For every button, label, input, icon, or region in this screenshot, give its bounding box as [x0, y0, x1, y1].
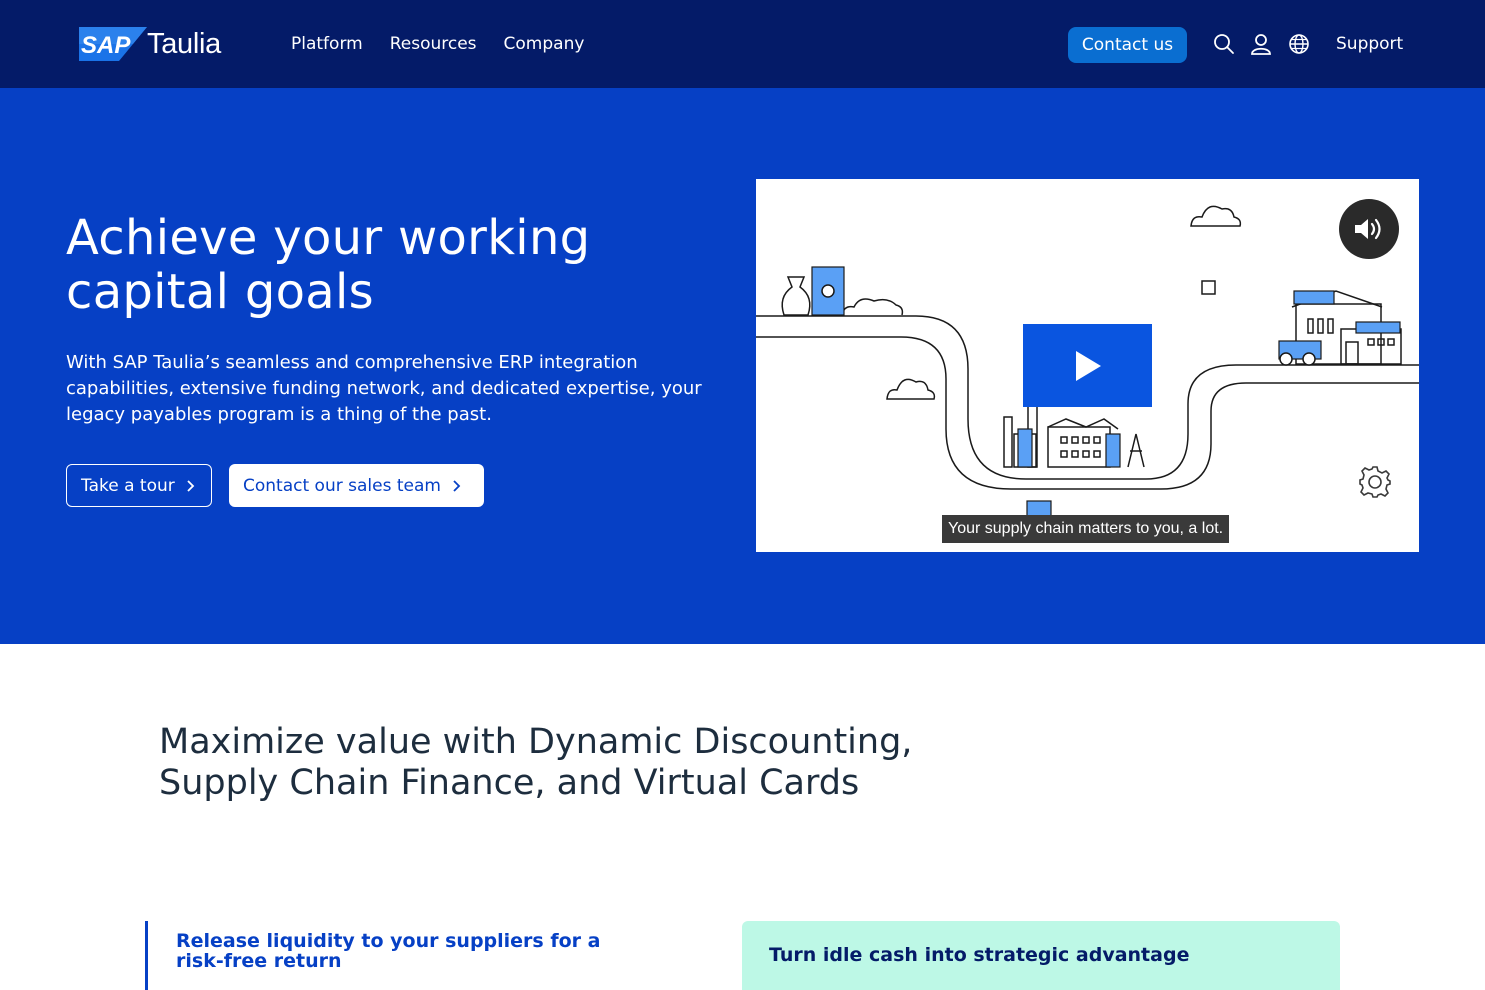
- search-icon[interactable]: [1213, 33, 1235, 55]
- idle-cash-card[interactable]: Turn idle cash into strategic advantage: [742, 921, 1340, 990]
- take-a-tour-label: Take a tour: [81, 475, 175, 496]
- volume-icon: [1355, 218, 1381, 240]
- nav-resources[interactable]: Resources: [390, 33, 477, 55]
- volume-button[interactable]: [1339, 199, 1399, 259]
- chevron-right-icon: [453, 479, 461, 492]
- contact-sales-label: Contact our sales team: [243, 475, 441, 496]
- liquidity-card-title: Release liquidity to your suppliers for …: [176, 930, 601, 972]
- section-title: Maximize value with Dynamic Discounting,…: [159, 722, 913, 803]
- gear-icon[interactable]: [1358, 465, 1392, 499]
- nav-platform[interactable]: Platform: [291, 33, 363, 55]
- nav-company[interactable]: Company: [504, 33, 585, 55]
- play-icon: [1075, 350, 1101, 381]
- video-caption: Your supply chain matters to you, a lot.: [942, 515, 1230, 543]
- hero-title: Achieve your working capital goals: [66, 210, 591, 320]
- contact-us-button[interactable]: Contact us: [1068, 27, 1187, 63]
- logo-wordmark: Taulia: [147, 28, 221, 60]
- sap-logo-icon: SAP: [79, 27, 147, 61]
- video-player[interactable]: Your supply chain matters to you, a lot.: [756, 179, 1419, 552]
- hero-section: Achieve your working capital goals With …: [0, 88, 1485, 644]
- globe-icon[interactable]: [1288, 33, 1310, 55]
- top-navigation: SAP Taulia Platform Resources Company Co…: [0, 0, 1485, 88]
- chevron-right-icon: [187, 479, 195, 492]
- liquidity-card[interactable]: Release liquidity to your suppliers for …: [145, 921, 625, 990]
- take-a-tour-button[interactable]: Take a tour: [66, 464, 212, 507]
- hero-description: With SAP Taulia’s seamless and comprehen…: [66, 352, 702, 425]
- play-button[interactable]: [1023, 324, 1152, 407]
- support-link[interactable]: Support: [1336, 33, 1403, 55]
- idle-cash-card-title: Turn idle cash into strategic advantage: [769, 944, 1190, 966]
- contact-sales-button[interactable]: Contact our sales team: [229, 464, 484, 507]
- main-menu: Platform Resources Company: [291, 33, 584, 55]
- sap-logo-text: SAP: [81, 32, 131, 59]
- taulia-logo[interactable]: SAP Taulia: [79, 27, 229, 63]
- user-icon[interactable]: [1250, 33, 1272, 55]
